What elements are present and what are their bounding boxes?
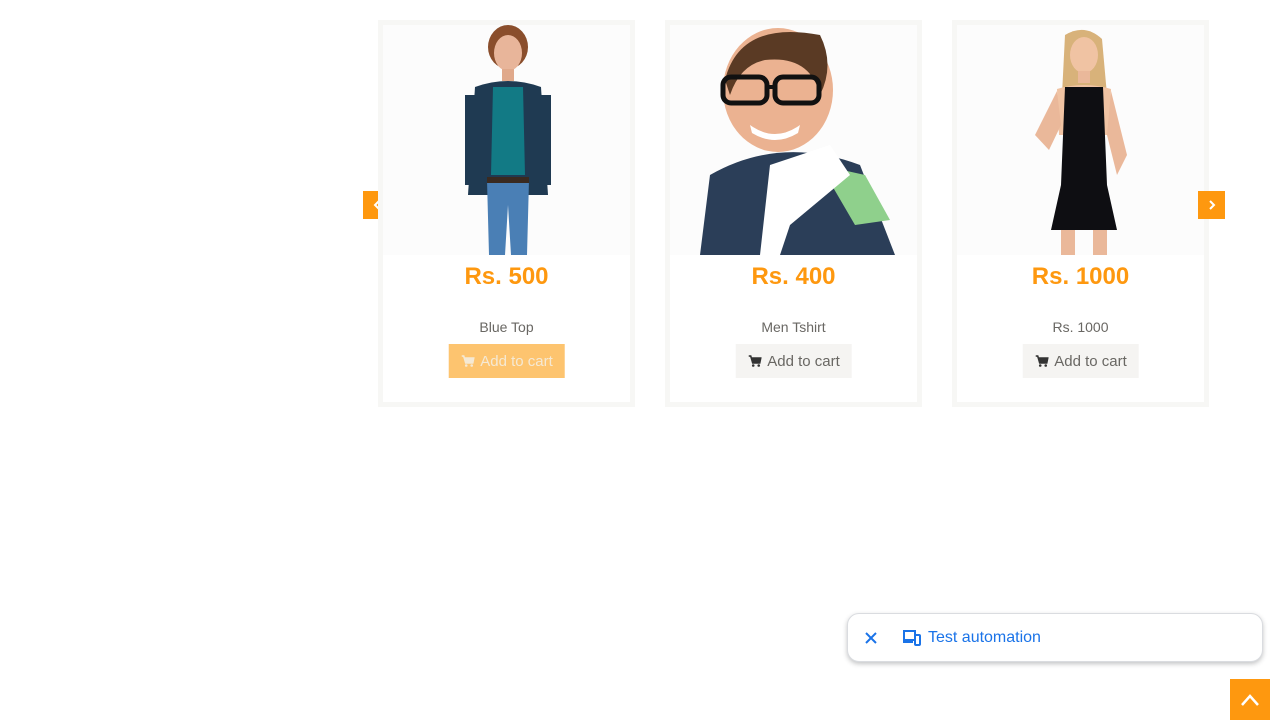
add-to-cart-label: Add to cart	[480, 352, 553, 370]
close-button[interactable]	[862, 629, 880, 647]
cart-icon	[748, 355, 762, 367]
chevron-up-icon	[1241, 693, 1259, 706]
product-image	[670, 25, 917, 255]
add-to-cart-button[interactable]: Add to cart	[1022, 344, 1139, 378]
carousel-next-button[interactable]	[1198, 191, 1225, 219]
product-price: Rs. 500	[464, 263, 549, 290]
test-automation-banner: Test automation	[847, 613, 1263, 662]
product-card: Rs. 1000 Rs. 1000 Add to cart	[952, 20, 1209, 407]
add-to-cart-label: Add to cart	[1054, 352, 1127, 370]
product-card: Rs. 400 Men Tshirt Add to cart	[665, 20, 922, 407]
product-price: Rs. 400	[751, 263, 836, 290]
close-icon	[865, 632, 877, 644]
cart-icon	[461, 355, 475, 367]
product-card: Rs. 500 Blue Top Add to cart	[378, 20, 635, 407]
product-name: Rs. 1000	[1052, 319, 1109, 335]
add-to-cart-button[interactable]: Add to cart	[735, 344, 852, 378]
recommended-items-carousel: Rs. 500 Blue Top Add to cart Rs. 400 Men…	[0, 0, 1280, 420]
product-image	[383, 25, 630, 255]
product-name: Blue Top	[479, 319, 534, 335]
product-image	[957, 25, 1204, 255]
cart-icon	[1035, 355, 1049, 367]
add-to-cart-button[interactable]: Add to cart	[448, 344, 565, 378]
banner-label: Test automation	[928, 629, 1041, 646]
product-price: Rs. 1000	[1031, 263, 1130, 290]
add-to-cart-label: Add to cart	[767, 352, 840, 370]
devices-icon	[903, 630, 921, 646]
product-name: Men Tshirt	[761, 319, 826, 335]
chevron-right-icon	[1208, 200, 1215, 210]
scroll-up-button[interactable]	[1230, 679, 1270, 720]
